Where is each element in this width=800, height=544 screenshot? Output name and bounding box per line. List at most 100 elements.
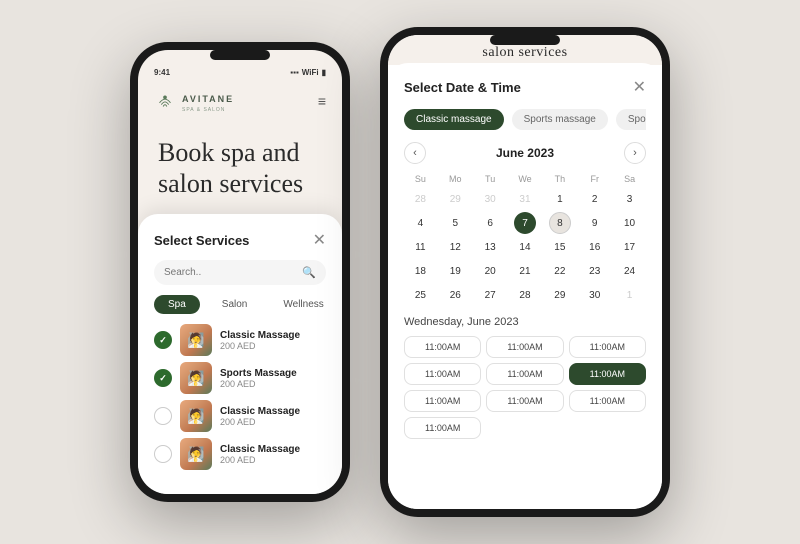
signal-icon: ▪▪▪ [290,68,299,77]
cal-day-29[interactable]: 29 [549,284,571,306]
cal-day-11[interactable]: 11 [409,236,431,258]
dow-tu: Tu [474,172,507,186]
cal-day-prev-28[interactable]: 28 [409,188,431,210]
cal-day-6[interactable]: 6 [479,212,501,234]
cal-day-30[interactable]: 30 [584,284,606,306]
prev-month-button[interactable]: ‹ [404,142,426,164]
service-thumb-1: 🧖 [180,324,212,356]
cal-day-10[interactable]: 10 [619,212,641,234]
calendar: ‹ June 2023 › Su Mo Tu We Th Fr Sa 28 29… [404,142,646,306]
phone-1-screen: 9:41 ▪▪▪ WiFi ▮ AVITANE SPA & SALON [138,50,342,494]
cal-day-21[interactable]: 21 [514,260,536,282]
tab-wellness[interactable]: Wellness [269,295,337,314]
select-services-modal: Select Services ✕ 🔍 Spa Salon Wellness ✓ [138,214,342,494]
cal-day-17[interactable]: 17 [619,236,641,258]
close-button[interactable]: ✕ [313,230,326,250]
cal-day-14[interactable]: 14 [514,236,536,258]
time-slot-10[interactable]: 11:00AM [404,417,481,439]
thumb-img-4: 🧖 [180,438,212,470]
cal-day-9[interactable]: 9 [584,212,606,234]
time-slot-4[interactable]: 11:00AM [404,363,481,385]
cal-day-5[interactable]: 5 [444,212,466,234]
category-tabs: Spa Salon Wellness [154,295,326,314]
checkbox-3[interactable] [154,407,172,425]
cal-day-19[interactable]: 19 [444,260,466,282]
time-grid: 11:00AM 11:00AM 11:00AM 11:00AM 11:00AM … [404,336,646,439]
dt-close-button[interactable]: ✕ [633,77,646,97]
thumb-img-3: 🧖 [180,400,212,432]
cal-day-2[interactable]: 2 [584,188,606,210]
cal-day-15[interactable]: 15 [549,236,571,258]
cal-day-12[interactable]: 12 [444,236,466,258]
time-slot-7[interactable]: 11:00AM [404,390,481,412]
checkbox-2[interactable]: ✓ [154,369,172,387]
cal-day-13[interactable]: 13 [479,236,501,258]
cal-day-20[interactable]: 20 [479,260,501,282]
service-name-2: Sports Massage [220,368,326,379]
check-icon: ✓ [159,373,167,384]
next-month-button[interactable]: › [624,142,646,164]
time-slot-5[interactable]: 11:00AM [486,363,563,385]
service-price-1: 200 AED [220,341,326,351]
hero-text: Book spa and salon services [138,121,342,211]
cal-day-26[interactable]: 26 [444,284,466,306]
calendar-nav: ‹ June 2023 › [404,142,646,164]
time-slot-2[interactable]: 11:00AM [486,336,563,358]
search-input[interactable] [164,267,296,278]
notch-1 [210,50,270,60]
cal-day-7[interactable]: 7 [514,212,536,234]
cal-day-8[interactable]: 8 [549,212,571,234]
thumb-img-2: 🧖 [180,362,212,394]
cal-day-prev-30[interactable]: 30 [479,188,501,210]
dow-sa: Sa [613,172,646,186]
cal-day-23[interactable]: 23 [584,260,606,282]
cal-day-25[interactable]: 25 [409,284,431,306]
modal-title: Select Services [154,233,249,248]
phone-2: salon services Select Date & Time ✕ Clas… [380,27,670,517]
logo-text-group: AVITANE SPA & SALON [182,89,234,113]
dow-su: Su [404,172,437,186]
logo-icon [154,90,176,112]
time-slot-9[interactable]: 11:00AM [569,390,646,412]
notch-2 [490,35,560,45]
time-slot-1[interactable]: 11:00AM [404,336,481,358]
service-thumb-4: 🧖 [180,438,212,470]
tab-salon[interactable]: Salon [208,295,262,314]
cal-day-22[interactable]: 22 [549,260,571,282]
checkbox-4[interactable] [154,445,172,463]
cal-day-prev-31[interactable]: 31 [514,188,536,210]
list-item: 🧖 Classic Massage 200 AED [154,400,326,432]
checkbox-1[interactable]: ✓ [154,331,172,349]
time-slot-8[interactable]: 11:00AM [486,390,563,412]
cal-day-4[interactable]: 4 [409,212,431,234]
service-price-3: 200 AED [220,417,326,427]
service-info-4: Classic Massage 200 AED [220,444,326,465]
stab-spo[interactable]: Spo [616,109,646,130]
modal-header: Select Services ✕ [154,230,326,250]
cal-day-3[interactable]: 3 [619,188,641,210]
cal-day-28[interactable]: 28 [514,284,536,306]
banner-title: salon services [482,45,567,60]
search-box[interactable]: 🔍 [154,260,326,285]
dow-fr: Fr [578,172,611,186]
service-price-4: 200 AED [220,455,326,465]
cal-day-27[interactable]: 27 [479,284,501,306]
menu-icon[interactable]: ≡ [318,93,326,109]
time-slot-3[interactable]: 11:00AM [569,336,646,358]
cal-day-16[interactable]: 16 [584,236,606,258]
cal-day-1[interactable]: 1 [549,188,571,210]
logo-subtitle: SPA & SALON [182,107,234,113]
tab-spa[interactable]: Spa [154,295,200,314]
cal-day-18[interactable]: 18 [409,260,431,282]
stab-classic-massage[interactable]: Classic massage [404,109,504,130]
dow-mo: Mo [439,172,472,186]
cal-day-next-1[interactable]: 1 [619,284,641,306]
service-info-2: Sports Massage 200 AED [220,368,326,389]
service-thumb-2: 🧖 [180,362,212,394]
cal-day-24[interactable]: 24 [619,260,641,282]
time-slot-6[interactable]: 11:00AM [569,363,646,385]
service-info-1: Classic Massage 200 AED [220,330,326,351]
stab-sports-massage[interactable]: Sports massage [512,109,608,130]
logo-name: AVITANE [182,94,234,104]
cal-day-prev-29[interactable]: 29 [444,188,466,210]
